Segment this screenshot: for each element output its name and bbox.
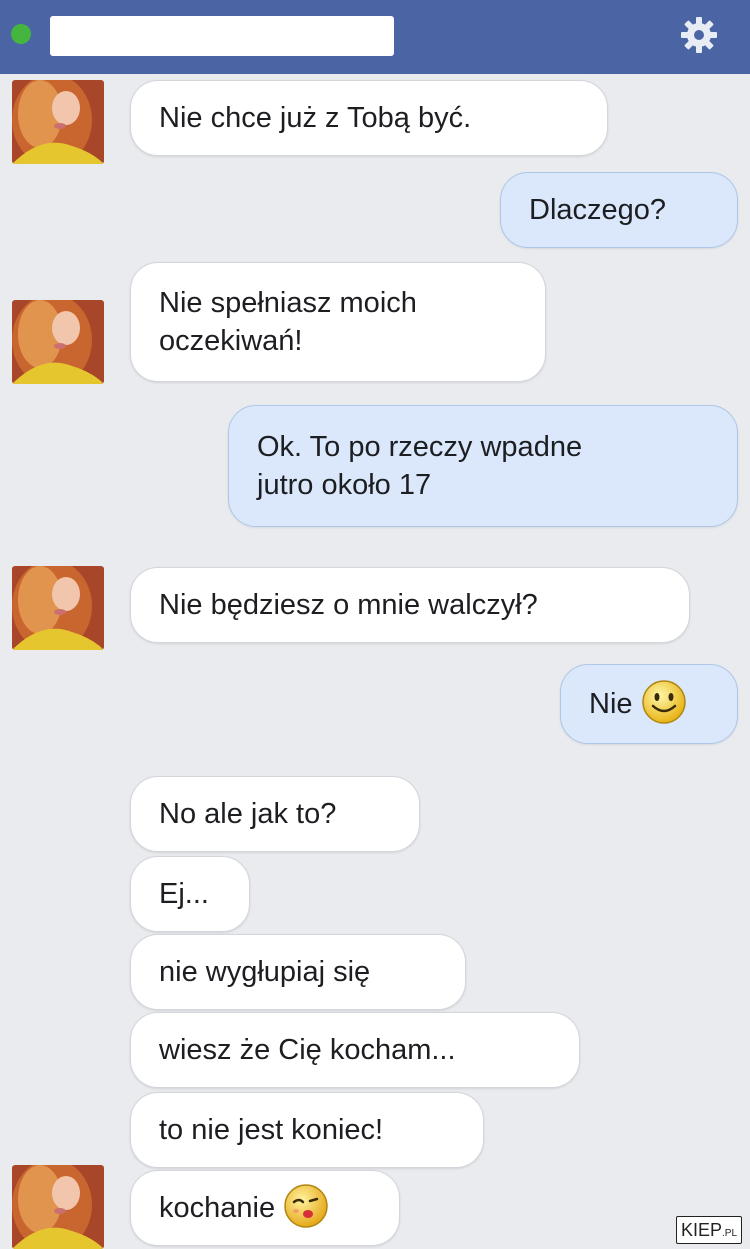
message-outgoing[interactable]: Nie (560, 664, 738, 744)
chat-header (0, 0, 750, 74)
message-incoming[interactable]: wiesz że Cię kocham... (130, 1012, 580, 1088)
message-incoming[interactable]: No ale jak to? (130, 776, 420, 852)
watermark-suffix: .PL (722, 1228, 738, 1239)
message-text: Nie (589, 688, 633, 720)
message-line: oczekiwań! (159, 325, 303, 357)
message-text: Dlaczego? (529, 194, 667, 226)
online-status-dot (11, 24, 31, 44)
contact-avatar[interactable] (12, 80, 104, 164)
message-text: kochanie (159, 1192, 276, 1224)
message-text: No ale jak to? (159, 798, 337, 830)
contact-avatar[interactable] (12, 566, 104, 650)
contact-avatar[interactable] (12, 300, 104, 384)
message-incoming[interactable]: kochanie (130, 1170, 400, 1246)
message-incoming[interactable]: Nie spełniasz moich oczekiwań! (130, 262, 546, 382)
contact-name[interactable] (50, 16, 394, 56)
watermark-logo: KIEP.PL (676, 1216, 743, 1244)
smiley-emoji (641, 680, 686, 725)
message-text: wiesz że Cię kocham... (159, 1034, 456, 1066)
contact-avatar[interactable] (12, 1165, 104, 1249)
message-incoming[interactable]: Nie będziesz o mnie walczył? (130, 567, 690, 643)
gear-icon[interactable] (678, 14, 720, 56)
message-outgoing[interactable]: Ok. To po rzeczy wpadne jutro około 17 (228, 405, 738, 527)
message-outgoing[interactable]: Dlaczego? (500, 172, 738, 248)
message-line: jutro około 17 (257, 469, 432, 501)
message-incoming[interactable]: Ej... (130, 856, 250, 932)
kiss-wink-emoji (284, 1184, 328, 1229)
message-incoming[interactable]: to nie jest koniec! (130, 1092, 484, 1168)
message-text: to nie jest koniec! (159, 1114, 384, 1146)
message-text: Nie chce już z Tobą być. (159, 102, 472, 134)
message-text: nie wygłupiaj się (159, 956, 371, 988)
message-text: Ej... (159, 878, 209, 910)
watermark-text: KIEP (681, 1220, 723, 1240)
message-incoming[interactable]: Nie chce już z Tobą być. (130, 80, 608, 156)
message-line: Ok. To po rzeczy wpadne (257, 431, 583, 463)
message-line: Nie spełniasz moich (159, 287, 417, 319)
message-incoming[interactable]: nie wygłupiaj się (130, 934, 466, 1010)
message-text: Nie będziesz o mnie walczył? (159, 589, 538, 621)
